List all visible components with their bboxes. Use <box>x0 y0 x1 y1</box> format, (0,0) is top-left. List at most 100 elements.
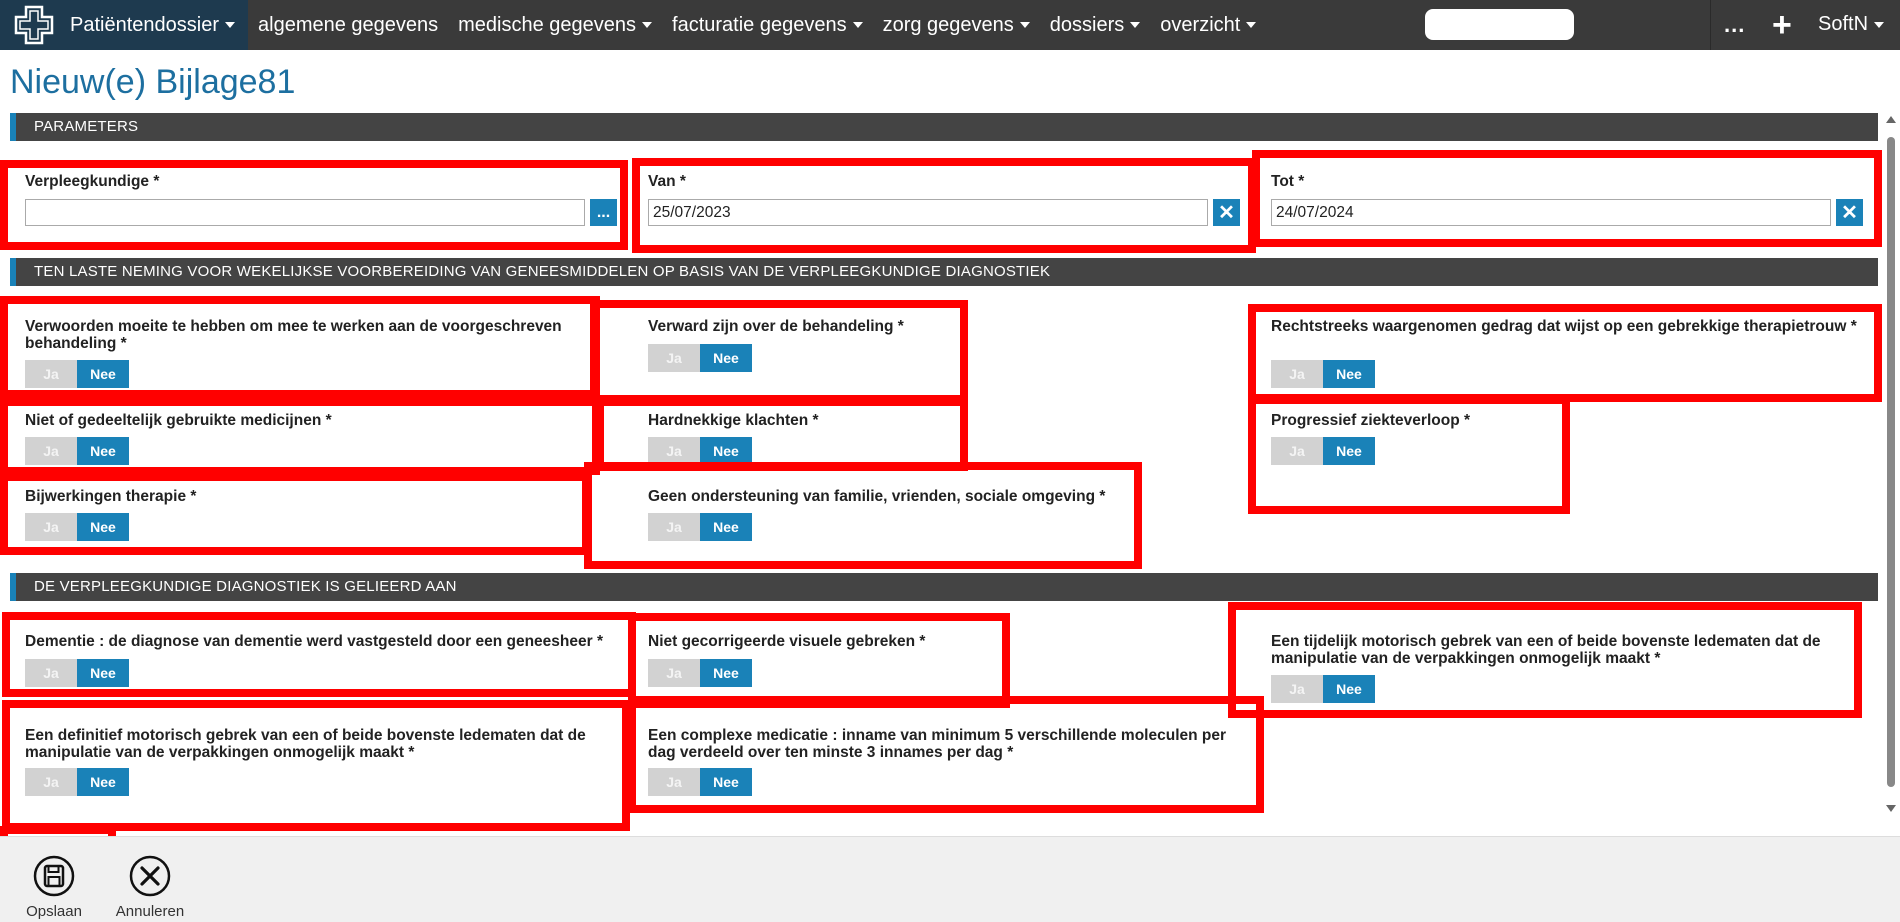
ja-nee-toggle[interactable]: Ja Nee <box>648 344 752 372</box>
caret-down-icon <box>642 22 653 29</box>
ja-nee-toggle[interactable]: Ja Nee <box>648 437 752 465</box>
nav-overzicht[interactable]: overzicht <box>1160 14 1257 37</box>
ja-nee-toggle[interactable]: Ja Nee <box>1271 437 1375 465</box>
save-button[interactable]: Opslaan <box>9 847 99 920</box>
ja-nee-toggle[interactable]: Ja Nee <box>648 659 752 687</box>
question-label: Niet of gedeeltelijk gebruikte medicijne… <box>25 412 332 429</box>
van-date-input[interactable] <box>648 199 1208 226</box>
ja-nee-toggle[interactable]: Ja Nee <box>648 513 752 541</box>
toggle-option-ja[interactable]: Ja <box>25 437 77 465</box>
toggle-option-ja[interactable]: Ja <box>25 768 77 796</box>
toggle-option-nee[interactable]: Nee <box>77 437 129 465</box>
vertical-scrollbar[interactable] <box>1883 112 1899 822</box>
toggle-option-ja[interactable]: Ja <box>25 360 77 388</box>
question-label: Verwoorden moeite te hebben om mee te we… <box>25 318 562 352</box>
toggle-option-ja[interactable]: Ja <box>648 344 700 372</box>
search-input[interactable] <box>1425 9 1574 40</box>
question-label: Een definitief motorisch gebrek van een … <box>25 727 586 761</box>
question-label: Een tijdelijk motorisch gebrek van een o… <box>1271 633 1821 667</box>
toggle-option-ja[interactable]: Ja <box>648 513 700 541</box>
toggle-option-ja[interactable]: Ja <box>648 437 700 465</box>
question-label: Niet gecorrigeerde visuele gebreken * <box>648 633 926 650</box>
chevron-down-icon <box>1874 21 1885 28</box>
toggle-option-nee[interactable]: Nee <box>1323 675 1375 703</box>
scroll-up-arrow-icon[interactable] <box>1886 116 1896 123</box>
question-label: Geen ondersteuning van familie, vrienden… <box>648 488 1106 505</box>
floppy-disk-icon <box>33 855 75 897</box>
nav-zorg-gegevens[interactable]: zorg gegevens <box>883 14 1030 37</box>
toggle-option-nee[interactable]: Nee <box>700 659 752 687</box>
question-label: Dementie : de diagnose van dementie werd… <box>25 633 603 650</box>
toggle-option-ja[interactable]: Ja <box>648 659 700 687</box>
nav-algemene-gegevens[interactable]: algemene gegevens <box>258 14 438 37</box>
nav-facturatie-gegevens[interactable]: facturatie gegevens <box>672 14 863 37</box>
ja-nee-toggle[interactable]: Ja Nee <box>25 513 129 541</box>
toggle-option-nee[interactable]: Nee <box>77 360 129 388</box>
section-header-gelieerd: DE VERPLEEGKUNDIGE DIAGNOSTIEK IS GELIEE… <box>10 573 1878 601</box>
section-header-ten-laste: TEN LASTE NEMING VOOR WEKELIJKSE VOORBER… <box>10 258 1878 286</box>
toggle-option-ja[interactable]: Ja <box>25 659 77 687</box>
toggle-option-nee[interactable]: Nee <box>1323 437 1375 465</box>
brand-menu[interactable]: Patiëntendossier <box>0 0 248 50</box>
ja-nee-toggle[interactable]: Ja Nee <box>1271 360 1375 388</box>
question-label: Een complexe medicatie : inname van mini… <box>648 727 1227 761</box>
question-label: Verward zijn over de behandeling * <box>648 318 904 335</box>
clear-tot-button[interactable]: ✕ <box>1836 199 1863 226</box>
toggle-option-nee[interactable]: Nee <box>700 513 752 541</box>
verpleegkundige-label: Verpleegkundige * <box>25 173 160 190</box>
verpleegkundige-input[interactable] <box>25 199 585 226</box>
user-menu[interactable]: SoftN <box>1818 13 1885 36</box>
nav-divider <box>1710 0 1711 50</box>
top-navbar: Patiëntendossier algemene gegevens medis… <box>0 0 1900 50</box>
ja-nee-toggle[interactable]: Ja Nee <box>25 360 129 388</box>
toggle-option-ja[interactable]: Ja <box>1271 360 1323 388</box>
toggle-option-nee[interactable]: Nee <box>77 768 129 796</box>
nav-medische-gegevens[interactable]: medische gegevens <box>458 14 653 37</box>
question-label: Bijwerkingen therapie * <box>25 488 197 505</box>
scrollbar-thumb[interactable] <box>1887 137 1895 787</box>
page-title: Nieuw(e) Bijlage81 <box>10 63 296 101</box>
save-label: Opslaan <box>26 903 82 920</box>
cancel-label: Annuleren <box>115 903 185 920</box>
ja-nee-toggle[interactable]: Ja Nee <box>25 768 129 796</box>
ja-nee-toggle[interactable]: Ja Nee <box>1271 675 1375 703</box>
add-button[interactable]: + <box>1772 5 1792 45</box>
toggle-option-nee[interactable]: Nee <box>700 768 752 796</box>
caret-down-icon <box>852 22 863 29</box>
annotation-box <box>2 700 630 831</box>
toggle-option-nee[interactable]: Nee <box>77 659 129 687</box>
caret-down-icon <box>1019 22 1030 29</box>
question-label: Rechtstreeks waargenomen gedrag dat wijs… <box>1271 318 1857 335</box>
question-label: Hardnekkige klachten * <box>648 412 819 429</box>
browse-button[interactable]: ... <box>590 199 617 226</box>
nav-dossiers[interactable]: dossiers <box>1050 14 1141 37</box>
ja-nee-toggle[interactable]: Ja Nee <box>25 659 129 687</box>
tot-date-input[interactable] <box>1271 199 1831 226</box>
clear-van-button[interactable]: ✕ <box>1213 199 1240 226</box>
brand-label: Patiëntendossier <box>70 13 219 36</box>
toggle-option-nee[interactable]: Nee <box>700 437 752 465</box>
chevron-down-icon <box>224 22 235 28</box>
tot-label: Tot * <box>1271 173 1305 190</box>
toggle-option-ja[interactable]: Ja <box>25 513 77 541</box>
toggle-option-nee[interactable]: Nee <box>700 344 752 372</box>
close-icon: ✕ <box>1841 201 1858 224</box>
cancel-button[interactable]: Annuleren <box>105 847 195 920</box>
caret-down-icon <box>1130 22 1141 29</box>
van-label: Van * <box>648 173 686 190</box>
more-button[interactable]: ... <box>1724 12 1745 38</box>
toggle-option-ja[interactable]: Ja <box>1271 437 1323 465</box>
section-header-parameters: PARAMETERS <box>10 113 1878 141</box>
main-menu: algemene gegevens medische gegevens fact… <box>258 0 1276 50</box>
cancel-circle-icon <box>129 855 171 897</box>
scroll-down-arrow-icon[interactable] <box>1886 805 1896 812</box>
ja-nee-toggle[interactable]: Ja Nee <box>25 437 129 465</box>
toggle-option-ja[interactable]: Ja <box>1271 675 1323 703</box>
toggle-option-ja[interactable]: Ja <box>648 768 700 796</box>
toggle-option-nee[interactable]: Nee <box>1323 360 1375 388</box>
close-icon: ✕ <box>1218 201 1235 224</box>
toggle-option-nee[interactable]: Nee <box>77 513 129 541</box>
footer-toolbar: Opslaan Annuleren <box>0 836 1900 922</box>
annotation-box <box>590 300 968 403</box>
ja-nee-toggle[interactable]: Ja Nee <box>648 768 752 796</box>
